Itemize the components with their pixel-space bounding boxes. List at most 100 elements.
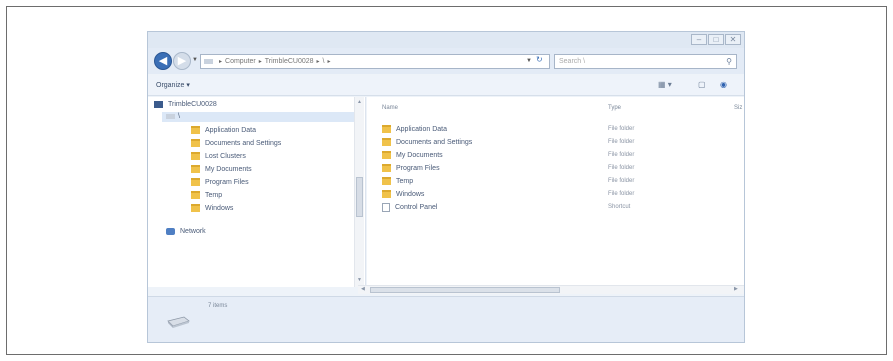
title-bar[interactable]: – □ ✕ xyxy=(148,32,744,48)
scroll-right-icon[interactable]: ▶ xyxy=(734,286,738,292)
scroll-left-icon[interactable]: ◀ xyxy=(361,286,365,292)
scroll-thumb[interactable] xyxy=(356,177,363,217)
breadcrumb-root[interactable]: \ xyxy=(323,58,325,65)
nav-item-folder[interactable]: Application Data xyxy=(191,126,256,134)
nav-item-label: Documents and Settings xyxy=(205,139,282,147)
horizontal-scrollbar[interactable]: ◀ ▶ xyxy=(358,285,744,294)
file-name: Documents and Settings xyxy=(396,138,473,146)
address-bar[interactable]: ▸ Computer ▸ TrimbleCU0028 ▸ \ ▸ xyxy=(200,54,550,69)
window-controls: – □ ✕ xyxy=(690,34,741,45)
computer-crumb-icon xyxy=(204,59,213,64)
search-icon[interactable]: ⚲ xyxy=(726,55,732,68)
file-list-pane: Name Type Siz Application Data File fold… xyxy=(367,97,744,287)
command-bar: Organize ▾ ▦ ▾ ▢ ◉ xyxy=(148,76,744,96)
folder-icon xyxy=(191,191,200,199)
file-type: File folder xyxy=(608,178,635,184)
back-button[interactable]: ◀ xyxy=(154,52,172,70)
file-type: File folder xyxy=(608,165,635,171)
nav-item-folder[interactable]: Lost Clusters xyxy=(191,152,246,160)
recent-pages-dropdown-icon[interactable]: ▼ xyxy=(192,57,198,63)
nav-item-label: Lost Clusters xyxy=(205,152,246,160)
navigation-pane-scrollbar[interactable]: ▲ ▼ xyxy=(354,97,364,287)
breadcrumb-computer[interactable]: Computer xyxy=(225,58,256,65)
nav-item-label: Network xyxy=(180,228,206,235)
folder-icon xyxy=(382,138,391,146)
close-button[interactable]: ✕ xyxy=(725,34,741,45)
nav-item-computer[interactable]: TrimbleCU0028 xyxy=(154,101,217,108)
column-header-type[interactable]: Type xyxy=(608,105,621,111)
list-item[interactable]: Program Files File folder xyxy=(382,163,742,173)
file-name: Application Data xyxy=(396,125,447,133)
file-type: File folder xyxy=(608,191,635,197)
folder-icon xyxy=(382,164,391,172)
folder-icon xyxy=(191,178,200,186)
minimize-button[interactable]: – xyxy=(691,34,707,45)
scroll-up-icon[interactable]: ▲ xyxy=(357,99,362,105)
list-item[interactable]: Application Data File folder xyxy=(382,124,742,134)
list-item[interactable]: My Documents File folder xyxy=(382,150,742,160)
file-name: Control Panel xyxy=(395,203,438,211)
nav-item-folder[interactable]: My Documents xyxy=(191,165,252,173)
maximize-button[interactable]: □ xyxy=(708,34,724,45)
explorer-window: – □ ✕ ◀ ▶ ▼ ▸ Computer ▸ TrimbleCU0028 ▸… xyxy=(147,31,745,343)
navigation-bar: ◀ ▶ ▼ ▸ Computer ▸ TrimbleCU0028 ▸ \ ▸ ▼… xyxy=(148,48,744,74)
nav-item-network[interactable]: Network xyxy=(166,228,206,235)
navigation-pane: TrimbleCU0028 \ Application Data Documen… xyxy=(148,97,366,287)
nav-item-label: My Documents xyxy=(205,165,252,173)
column-header-name[interactable]: Name xyxy=(382,105,398,111)
nav-item-label: Application Data xyxy=(205,126,256,134)
list-item[interactable]: Control Panel Shortcut xyxy=(382,202,742,212)
item-count: 7 items xyxy=(208,303,228,309)
nav-item-folder[interactable]: Windows xyxy=(191,204,233,212)
forward-button[interactable]: ▶ xyxy=(173,52,191,70)
folder-icon xyxy=(191,204,200,212)
nav-item-folder[interactable]: Temp xyxy=(191,191,222,199)
nav-item-root[interactable]: \ xyxy=(166,113,180,120)
file-name: Windows xyxy=(396,190,425,198)
folder-icon xyxy=(382,151,391,159)
nav-item-folder[interactable]: Documents and Settings xyxy=(191,139,281,147)
file-type: File folder xyxy=(608,126,635,132)
views-icon[interactable]: ▦ ▾ xyxy=(658,80,672,89)
chevron-right-icon[interactable]: ▸ xyxy=(259,58,262,65)
organize-menu-button[interactable]: Organize ▾ xyxy=(156,81,190,89)
file-type: File folder xyxy=(608,152,635,158)
list-item[interactable]: Documents and Settings File folder xyxy=(382,137,742,147)
network-icon xyxy=(166,228,175,235)
folder-icon xyxy=(382,125,391,133)
address-dropdown-icon[interactable]: ▼ xyxy=(526,58,532,64)
scroll-thumb[interactable] xyxy=(370,287,560,293)
search-placeholder: Search \ xyxy=(559,58,586,65)
chevron-right-icon[interactable]: ▸ xyxy=(328,58,331,65)
file-name: My Documents xyxy=(396,151,443,159)
chevron-right-icon[interactable]: ▸ xyxy=(219,58,222,65)
list-item[interactable]: Temp File folder xyxy=(382,176,742,186)
breadcrumb-device[interactable]: TrimbleCU0028 xyxy=(265,58,314,65)
column-header-size[interactable]: Siz xyxy=(734,105,742,111)
scroll-down-icon[interactable]: ▼ xyxy=(357,277,362,283)
nav-item-label: \ xyxy=(178,113,180,120)
drive-icon xyxy=(166,114,175,119)
folder-icon xyxy=(191,139,200,147)
folder-icon xyxy=(191,126,200,134)
search-input[interactable]: Search \ ⚲ xyxy=(554,54,737,69)
selected-row-highlight xyxy=(162,112,362,122)
nav-item-folder[interactable]: Program Files xyxy=(191,178,249,186)
folder-icon xyxy=(382,177,391,185)
chevron-right-icon[interactable]: ▸ xyxy=(317,58,320,65)
preview-pane-icon[interactable]: ▢ xyxy=(698,80,706,89)
refresh-icon[interactable]: ↻ xyxy=(536,55,543,64)
file-type: Shortcut xyxy=(608,204,631,210)
details-pane: 7 items xyxy=(148,296,744,342)
nav-item-label: Program Files xyxy=(205,178,249,186)
folder-icon xyxy=(382,190,391,198)
list-item[interactable]: Windows File folder xyxy=(382,189,742,199)
file-name: Temp xyxy=(396,177,414,185)
folder-icon xyxy=(191,165,200,173)
nav-item-label: Temp xyxy=(205,191,223,199)
computer-icon xyxy=(154,101,163,108)
nav-item-label: Windows xyxy=(205,204,234,212)
help-icon[interactable]: ◉ xyxy=(720,80,727,89)
shortcut-icon xyxy=(382,202,390,212)
drive-icon xyxy=(167,316,190,328)
